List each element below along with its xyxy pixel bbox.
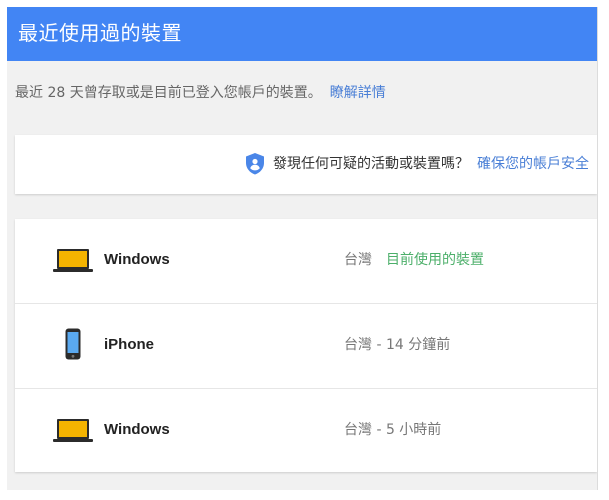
security-card: 發現任何可疑的活動或裝置嗎？ 確保您的帳戶安全 xyxy=(15,135,597,194)
device-row-iphone[interactable]: iPhone 台灣 - 14 分鐘前 xyxy=(15,304,597,389)
security-prompt: 發現任何可疑的活動或裝置嗎？ 確保您的帳戶安全 xyxy=(245,153,589,175)
device-row-windows-current[interactable]: Windows 台灣 目前使用的裝置 xyxy=(15,219,597,304)
page-title: 最近使用過的裝置 xyxy=(18,21,182,45)
device-row-windows[interactable]: Windows 台灣 - 5 小時前 xyxy=(15,389,597,473)
device-name: Windows xyxy=(104,251,170,268)
page-description: 最近 28 天曾存取或是目前已登入您帳戶的裝置。 瞭解詳情 xyxy=(15,83,386,103)
device-location: 台灣 xyxy=(344,252,372,268)
laptop-icon xyxy=(53,419,93,442)
device-status: 台灣 - 5 小時前 xyxy=(344,422,442,438)
device-status: 台灣 目前使用的裝置 xyxy=(344,250,484,270)
page-header: 最近使用過的裝置 xyxy=(7,7,597,61)
device-name: iPhone xyxy=(104,336,155,353)
learn-more-link[interactable]: 瞭解詳情 xyxy=(330,85,386,101)
device-name: Windows xyxy=(104,421,170,438)
shield-icon xyxy=(246,153,264,175)
current-device-label: 目前使用的裝置 xyxy=(386,252,484,268)
devices-page: 最近使用過的裝置 最近 28 天曾存取或是目前已登入您帳戶的裝置。 瞭解詳情 發現… xyxy=(7,7,598,490)
phone-icon xyxy=(65,328,81,360)
security-question: 發現任何可疑的活動或裝置嗎？ xyxy=(273,156,469,172)
laptop-icon xyxy=(53,249,93,272)
screenshot-frame: 最近使用過的裝置 最近 28 天曾存取或是目前已登入您帳戶的裝置。 瞭解詳情 發現… xyxy=(0,0,609,500)
description-text: 最近 28 天曾存取或是目前已登入您帳戶的裝置。 xyxy=(15,85,322,101)
devices-list: Windows 台灣 目前使用的裝置 iPhone 台灣 - 14 分鐘前 Wi… xyxy=(15,219,597,472)
secure-account-link[interactable]: 確保您的帳戶安全 xyxy=(477,153,589,175)
device-status: 台灣 - 14 分鐘前 xyxy=(344,337,451,353)
